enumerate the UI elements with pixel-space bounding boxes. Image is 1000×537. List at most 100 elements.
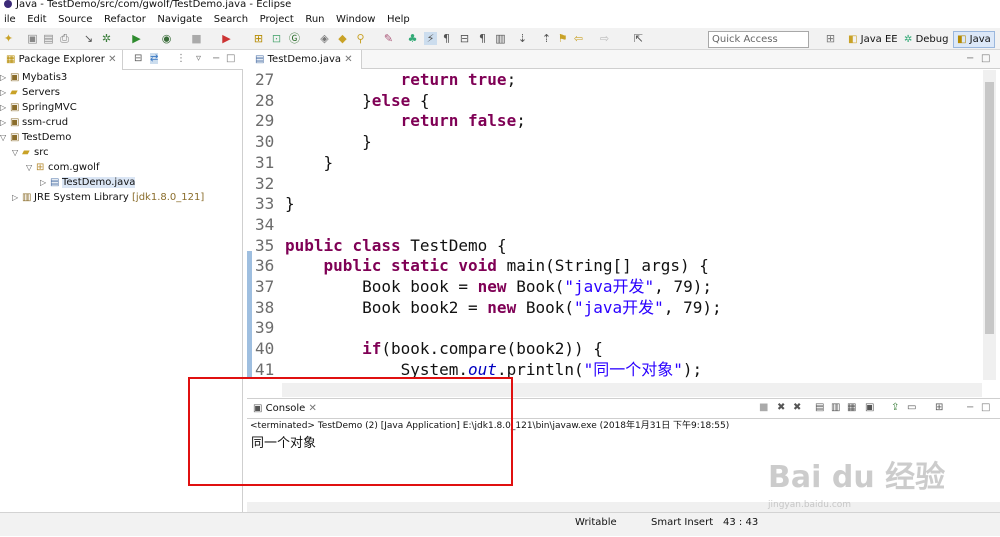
word-wrap-icon[interactable]: ¶	[440, 32, 453, 45]
clear-console-icon[interactable]: ▤	[815, 402, 824, 413]
collapse-all-icon[interactable]: ⊟	[134, 53, 142, 64]
chevron-right-icon[interactable]: ▷	[40, 175, 50, 190]
code-line[interactable]: 41 System.out.println("同一个对象");	[255, 359, 702, 380]
forward-icon[interactable]: ⇨	[598, 32, 611, 45]
code-line[interactable]: 28 }else {	[255, 90, 430, 111]
code-line[interactable]: 35 public class TestDemo {	[255, 235, 507, 256]
editor-icon[interactable]: ▥	[494, 32, 507, 45]
tree-item-src[interactable]: ▽ ▰ src	[12, 145, 49, 160]
tree-item-servers[interactable]: ▷ ▰ Servers	[0, 85, 60, 100]
code-line[interactable]: 31 }	[255, 152, 333, 173]
next-annotation-icon[interactable]: ⇣	[516, 32, 529, 45]
toggle-highlight-icon[interactable]: ⚡	[424, 32, 437, 45]
word-wrap-icon[interactable]: ▦	[847, 402, 856, 413]
new-class-icon[interactable]: Ⓖ	[288, 32, 301, 45]
maximize-icon[interactable]: □	[981, 402, 990, 413]
perspective-java-ee[interactable]: ◧ Java EE	[845, 31, 901, 48]
prev-annotation-icon[interactable]: ⇡	[540, 32, 553, 45]
remove-all-icon[interactable]: ✖	[793, 402, 801, 413]
tree-item-ssm-crud[interactable]: ▷ ▣ ssm-crud	[0, 115, 68, 130]
external-tools-icon[interactable]: ▶	[220, 32, 233, 45]
console-tab[interactable]: ▣ Console ✕	[247, 399, 323, 419]
scrollbar-thumb[interactable]	[985, 82, 994, 334]
open-type-icon[interactable]: ◈	[318, 32, 331, 45]
menu-refactor[interactable]: Refactor	[100, 11, 150, 28]
stop-icon[interactable]: ■	[190, 32, 203, 45]
code-line[interactable]: 30 }	[255, 131, 372, 152]
menu-window[interactable]: Window	[332, 11, 379, 28]
open-task-icon[interactable]: ◆	[336, 32, 349, 45]
tree-item-testdemo-java[interactable]: ▷ ▤ TestDemo.java	[40, 175, 136, 190]
chevron-down-icon[interactable]: ▽	[26, 160, 36, 175]
minimize-icon[interactable]: −	[966, 402, 974, 413]
minimize-icon[interactable]: −	[212, 53, 220, 64]
annotation-icon[interactable]: ✎	[382, 32, 395, 45]
editor-tab-testdemo-java[interactable]: ▤ TestDemo.java ✕	[247, 50, 362, 69]
menu-search[interactable]: Search	[210, 11, 252, 28]
block-select-icon[interactable]: ⊟	[458, 32, 471, 45]
code-line[interactable]: 36 public static void main(String[] args…	[255, 255, 709, 276]
show-whitespace-icon[interactable]: ¶	[476, 32, 489, 45]
editor-horizontal-scrollbar[interactable]	[282, 383, 982, 397]
pin-editor-icon[interactable]: ⇱	[632, 32, 645, 45]
close-icon[interactable]: ✕	[344, 54, 352, 65]
run-icon[interactable]: ▶	[130, 32, 143, 45]
new-java-project-icon[interactable]: ⊞	[252, 32, 265, 45]
tree-item-com-gwolf[interactable]: ▽ ⊞ com.gwolf	[26, 160, 99, 175]
menu-help[interactable]: Help	[383, 11, 414, 28]
coverage-icon[interactable]: ◉	[160, 32, 173, 45]
print-icon[interactable]: ⎙	[58, 32, 71, 45]
code-line[interactable]: 29 return false;	[255, 110, 526, 131]
scroll-lock-icon[interactable]: ▥	[831, 402, 840, 413]
code-line[interactable]: 34	[255, 214, 285, 235]
chevron-right-icon[interactable]: ▷	[0, 70, 10, 85]
chevron-down-icon[interactable]: ▽	[12, 145, 22, 160]
maximize-icon[interactable]: □	[981, 53, 990, 64]
close-icon[interactable]: ✕	[309, 403, 317, 414]
maximize-icon[interactable]: □	[226, 53, 235, 64]
save-icon[interactable]: ▣	[26, 32, 39, 45]
code-line[interactable]: 38 Book book2 = new Book("java开发", 79);	[255, 297, 722, 318]
code-line[interactable]: 27 return true;	[255, 69, 516, 90]
save-all-icon[interactable]: ▤	[42, 32, 55, 45]
remove-launch-icon[interactable]: ✖	[777, 402, 785, 413]
close-icon[interactable]: ✕	[108, 54, 116, 65]
minimize-icon[interactable]: −	[966, 53, 974, 64]
menu-run[interactable]: Run	[301, 11, 328, 28]
tree-item-jre-library[interactable]: ▷ ▥ JRE System Library [jdk1.8.0_121]	[12, 190, 204, 205]
chevron-down-icon[interactable]: ▽	[0, 130, 10, 145]
toggle-breakpoint-icon[interactable]: ↘	[82, 32, 95, 45]
debug-icon[interactable]: ✲	[100, 32, 113, 45]
quick-access-input[interactable]: Quick Access	[708, 31, 809, 48]
tree-item-springmvc[interactable]: ▷ ▣ SpringMVC	[0, 100, 77, 115]
mark-occurrences-icon[interactable]: ♣	[406, 32, 419, 45]
code-editor[interactable]: ▤ TestDemo.java ✕ − □ 27 return true; 28 …	[247, 50, 1000, 398]
view-menu-icon[interactable]: ⋮	[176, 53, 186, 64]
new-console-icon[interactable]: ⊞	[935, 402, 943, 413]
code-line[interactable]: 32	[255, 173, 285, 194]
last-edit-icon[interactable]: ⚑	[556, 32, 569, 45]
menu-source[interactable]: Source	[54, 11, 96, 28]
menu-navigate[interactable]: Navigate	[153, 11, 206, 28]
chevron-right-icon[interactable]: ▷	[0, 85, 10, 100]
menu-file[interactable]: ile	[0, 11, 20, 28]
code-line[interactable]: 37 Book book = new Book("java开发", 79);	[255, 276, 712, 297]
open-perspective-icon[interactable]: ⊞	[824, 32, 837, 45]
tree-item-testdemo[interactable]: ▽ ▣ TestDemo	[0, 130, 71, 145]
show-console-icon[interactable]: ▣	[865, 402, 874, 413]
search-icon[interactable]: ⚲	[354, 32, 367, 45]
code-line[interactable]: 39	[255, 317, 285, 338]
code-line[interactable]: 40 if(book.compare(book2)) {	[255, 338, 603, 359]
tree-item-mybatis3[interactable]: ▷ ▣ Mybatis3	[0, 70, 67, 85]
new-icon[interactable]: ✦	[2, 32, 15, 45]
chevron-down-icon[interactable]: ▿	[196, 53, 201, 64]
code-line[interactable]: 33}	[255, 193, 295, 214]
link-with-editor-icon[interactable]: ⇄	[150, 53, 159, 64]
chevron-right-icon[interactable]: ▷	[12, 190, 22, 205]
display-console-icon[interactable]: ▭	[907, 402, 916, 413]
pin-console-icon[interactable]: ⇪	[891, 402, 899, 413]
editor-vertical-scrollbar[interactable]	[983, 70, 996, 380]
chevron-right-icon[interactable]: ▷	[0, 100, 10, 115]
new-package-icon[interactable]: ⊡	[270, 32, 283, 45]
package-explorer-tab[interactable]: ▦ Package Explorer ✕	[0, 50, 124, 70]
